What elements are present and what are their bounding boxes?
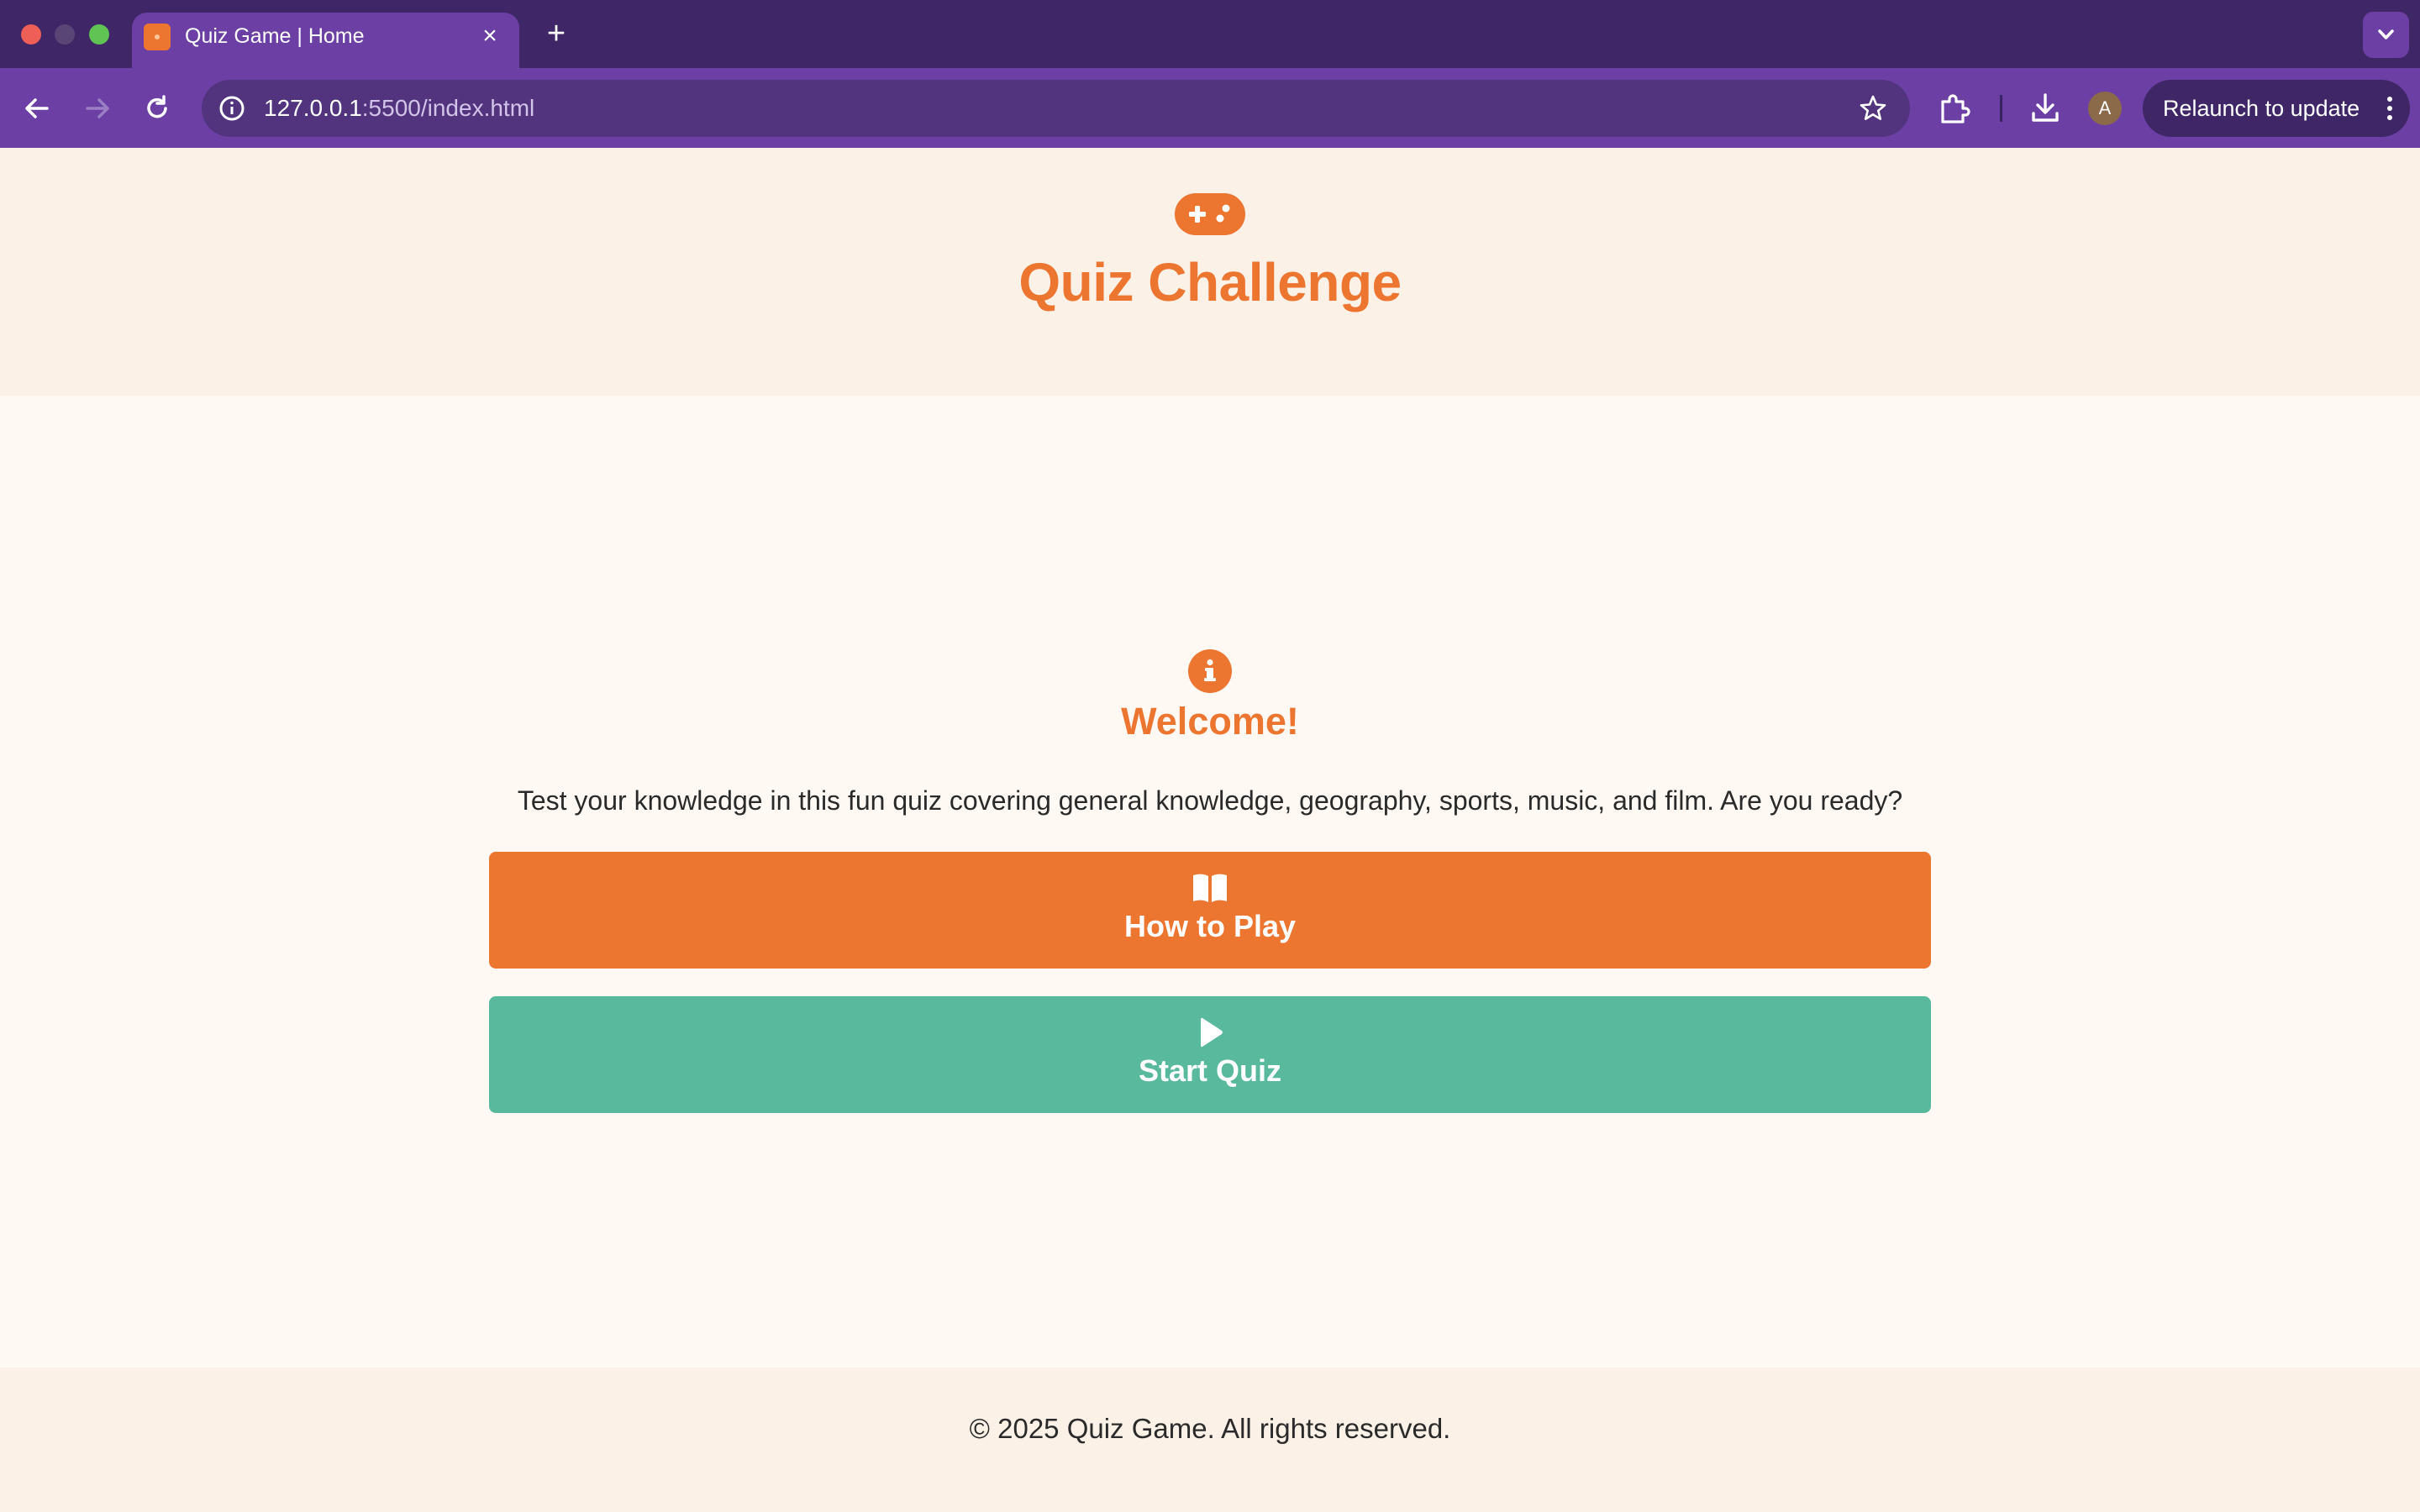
site-title: Quiz Challenge bbox=[1018, 252, 1402, 312]
browser-chrome: Quiz Game | Home × + 127.0.0.1:5500/inde… bbox=[0, 0, 2420, 148]
book-open-icon bbox=[1193, 874, 1227, 902]
arrow-left-icon bbox=[25, 98, 49, 118]
copyright-text: © 2025 Quiz Game. All rights reserved. bbox=[969, 1413, 1451, 1444]
tab-close-button[interactable]: × bbox=[475, 21, 505, 51]
chevron-down-icon bbox=[2378, 29, 2394, 39]
how-to-play-button[interactable]: How to Play bbox=[489, 852, 1931, 969]
extensions-icon[interactable] bbox=[1934, 88, 1975, 129]
new-tab-button[interactable]: + bbox=[538, 15, 575, 52]
profile-avatar[interactable]: A bbox=[2088, 92, 2122, 125]
play-icon bbox=[1201, 1017, 1223, 1047]
close-window-button[interactable] bbox=[21, 24, 41, 45]
minimize-window-button[interactable] bbox=[55, 24, 75, 45]
browser-toolbar: 127.0.0.1:5500/index.html A Relaunch to … bbox=[0, 68, 2420, 148]
gamepad-icon bbox=[1175, 193, 1245, 235]
tab-search-button[interactable] bbox=[2363, 12, 2409, 58]
reload-icon bbox=[147, 95, 167, 118]
main-content: Welcome! Test your knowledge in this fun… bbox=[0, 396, 2420, 1368]
intro-text: Test your knowledge in this fun quiz cov… bbox=[517, 785, 1903, 816]
start-quiz-button[interactable]: Start Quiz bbox=[489, 996, 1931, 1113]
tab-title: Quiz Game | Home bbox=[185, 24, 365, 48]
forward-button[interactable] bbox=[76, 87, 119, 130]
favicon-icon bbox=[144, 24, 171, 50]
more-menu-icon[interactable] bbox=[2375, 93, 2405, 123]
site-header: Quiz Challenge bbox=[0, 148, 2420, 396]
address-bar[interactable]: 127.0.0.1:5500/index.html bbox=[202, 80, 1910, 137]
tab-bar: Quiz Game | Home × + bbox=[0, 0, 2420, 68]
arrow-right-icon bbox=[86, 98, 109, 118]
bookmark-star-icon[interactable] bbox=[1858, 93, 1888, 123]
toolbar-divider bbox=[2000, 95, 2002, 122]
url-host: 127.0.0.1 bbox=[264, 95, 362, 121]
maximize-window-button[interactable] bbox=[89, 24, 109, 45]
site-footer: © 2025 Quiz Game. All rights reserved. bbox=[0, 1368, 2420, 1512]
back-button[interactable] bbox=[15, 87, 59, 130]
site-info-icon[interactable] bbox=[217, 93, 247, 123]
download-icon[interactable] bbox=[2025, 88, 2065, 129]
start-quiz-label: Start Quiz bbox=[1138, 1053, 1281, 1088]
welcome-heading: Welcome! bbox=[1121, 700, 1299, 743]
reload-button[interactable] bbox=[135, 87, 179, 130]
url-text: 127.0.0.1:5500/index.html bbox=[264, 92, 534, 125]
tab-quiz-game[interactable]: Quiz Game | Home × bbox=[132, 13, 519, 68]
relaunch-label: Relaunch to update bbox=[2163, 96, 2360, 121]
info-icon bbox=[1188, 649, 1232, 693]
relaunch-button[interactable]: Relaunch to update bbox=[2143, 80, 2410, 137]
url-path: :5500/index.html bbox=[361, 95, 535, 121]
how-to-play-label: How to Play bbox=[1123, 909, 1297, 943]
